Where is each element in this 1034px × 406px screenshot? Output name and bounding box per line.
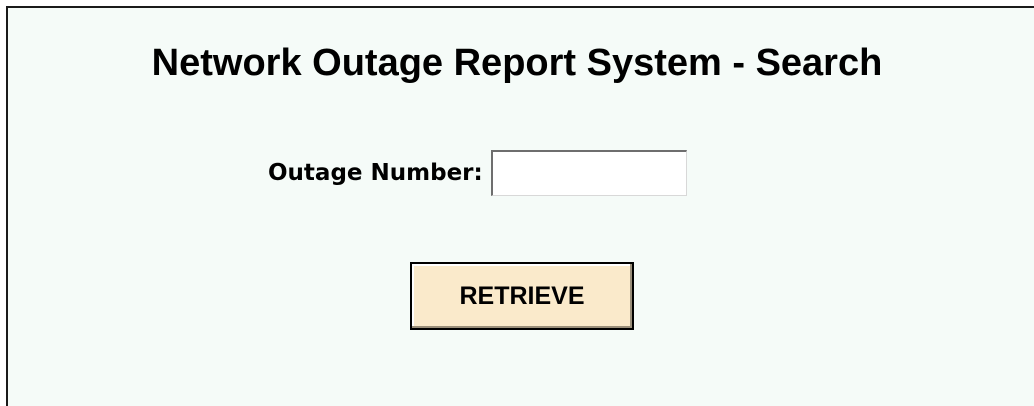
retrieve-button[interactable]: RETRIEVE [410, 262, 634, 330]
outage-number-input[interactable] [490, 150, 687, 196]
page: Network Outage Report System - Search Ou… [0, 0, 1034, 406]
outage-number-row: Outage Number: [268, 149, 687, 197]
page-title: Network Outage Report System - Search [151, 42, 883, 84]
outage-number-label: Outage Number: [268, 160, 483, 186]
